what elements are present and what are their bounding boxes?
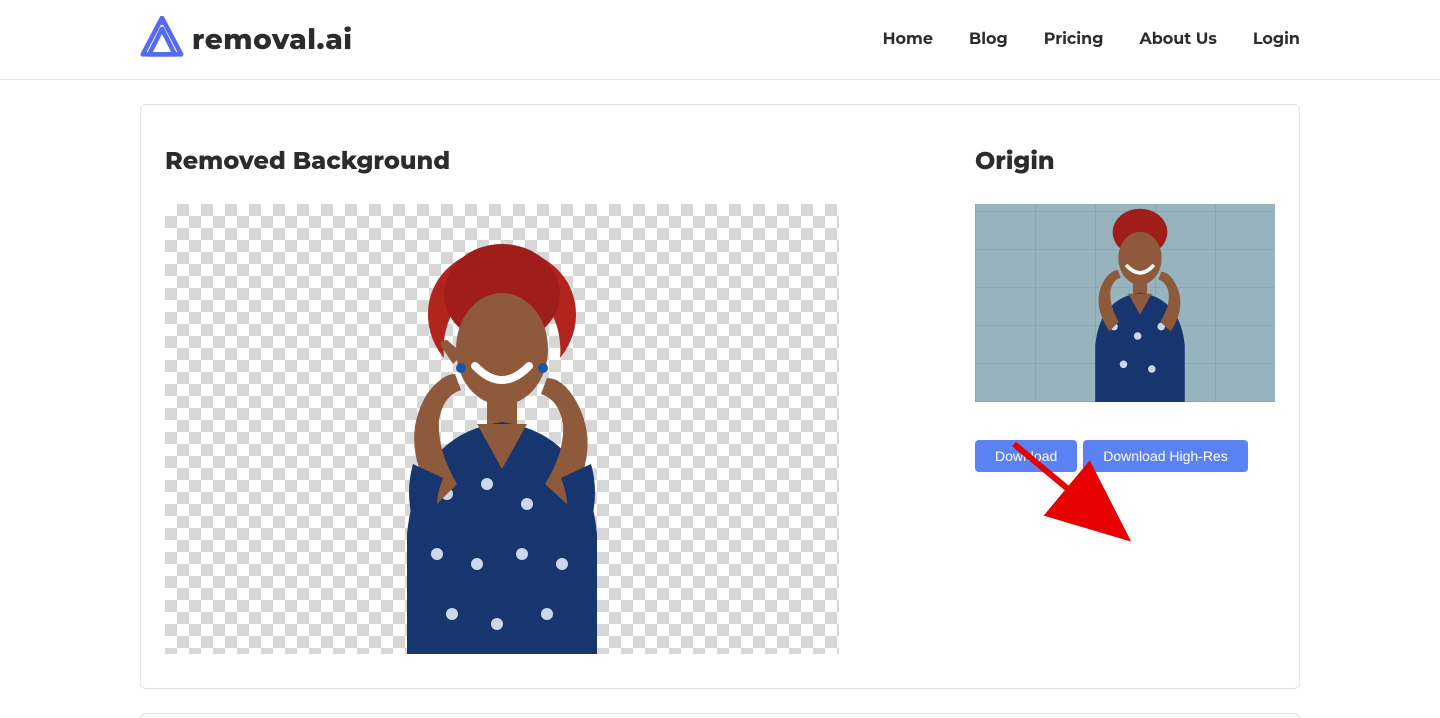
- download-button[interactable]: Download: [975, 440, 1077, 472]
- removed-background-section: Removed Background: [165, 147, 839, 654]
- person-cutout-image: [347, 234, 657, 654]
- download-high-res-button[interactable]: Download High-Res: [1083, 440, 1248, 472]
- nav-pricing[interactable]: Pricing: [1044, 30, 1104, 49]
- removed-bg-image: [165, 204, 839, 654]
- site-header: removal.ai Home Blog Pricing About Us Lo…: [0, 0, 1440, 80]
- origin-section: Origin: [975, 147, 1275, 654]
- person-original-image: [1065, 204, 1215, 402]
- brand-name: removal.ai: [192, 23, 353, 57]
- origin-image: [975, 204, 1275, 402]
- result-panel: Removed Background: [140, 104, 1300, 689]
- nav-blog[interactable]: Blog: [969, 30, 1008, 49]
- brand-logo[interactable]: removal.ai: [140, 16, 353, 63]
- primary-nav: Home Blog Pricing About Us Login: [883, 30, 1300, 49]
- brand-logo-icon: [140, 16, 184, 63]
- nav-login[interactable]: Login: [1253, 30, 1300, 49]
- main-container: Removed Background: [140, 104, 1300, 689]
- removed-bg-heading: Removed Background: [165, 147, 839, 176]
- next-panel-top: [140, 713, 1300, 718]
- nav-about-us[interactable]: About Us: [1139, 30, 1216, 49]
- nav-home[interactable]: Home: [883, 30, 933, 49]
- origin-heading: Origin: [975, 147, 1275, 176]
- download-buttons: Download Download High-Res: [975, 440, 1275, 472]
